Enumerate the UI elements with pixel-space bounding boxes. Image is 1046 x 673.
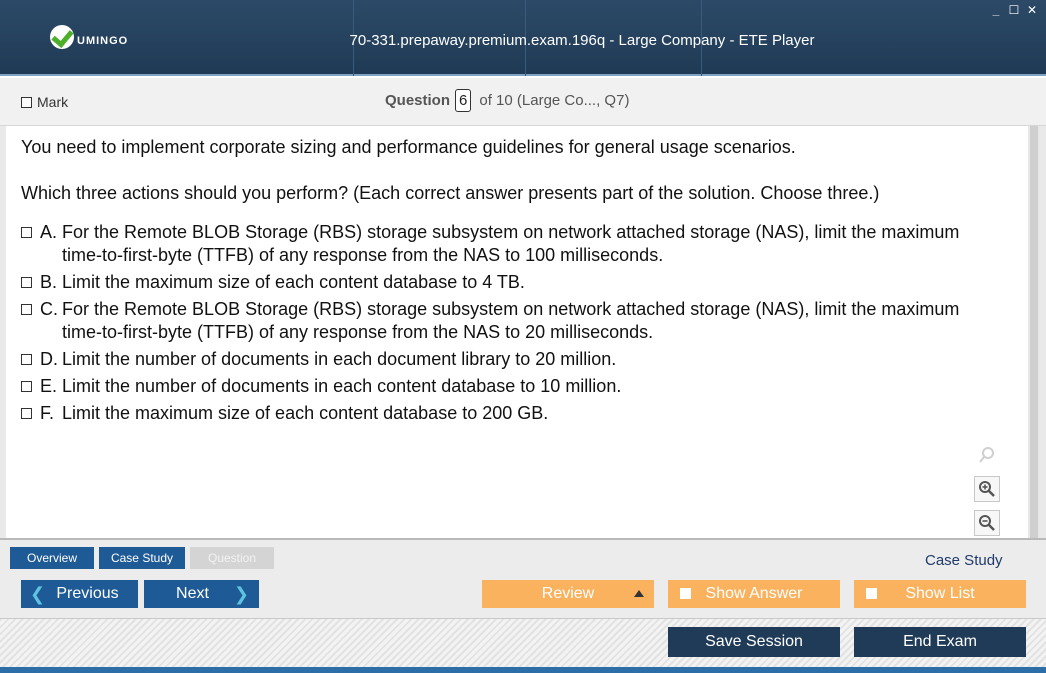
previous-label: Previous	[56, 585, 119, 602]
search-icon[interactable]	[974, 442, 1000, 468]
frame-right	[1040, 126, 1046, 538]
vertical-scrollbar[interactable]	[1028, 126, 1040, 538]
title-bar: UMINGO 70-331.prepaway.premium.exam.196q…	[0, 0, 1046, 76]
next-label: Next	[176, 585, 209, 602]
checkbox-icon[interactable]	[680, 588, 691, 599]
window-controls: _ ☐ ✕	[990, 3, 1038, 17]
option-text: Limit the number of documents in each do…	[62, 349, 617, 369]
tab-case-study[interactable]: Case Study	[99, 547, 185, 569]
option-letter: B.	[40, 272, 58, 292]
answer-options: A. For the Remote BLOB Storage (RBS) sto…	[21, 221, 981, 429]
review-label: Review	[541, 585, 595, 602]
option-letter: F.	[40, 403, 55, 423]
zoom-in-icon[interactable]	[974, 476, 1000, 502]
checkbox-icon[interactable]	[21, 277, 32, 288]
zoom-tools	[974, 442, 1000, 536]
navigation-bar: ❮ Previous Next ❯ Review Show Answer Sho…	[0, 574, 1046, 618]
chevron-right-icon: ❯	[233, 583, 249, 604]
mark-checkbox[interactable]: Mark	[21, 94, 68, 110]
question-body: You need to implement corporate sizing a…	[6, 126, 1028, 538]
checkbox-icon[interactable]	[866, 588, 877, 599]
tab-overview[interactable]: Overview	[10, 547, 94, 569]
question-of-text: of 10 (Large Co..., Q7)	[479, 92, 630, 109]
option-text: For the Remote BLOB Storage (RBS) storag…	[62, 299, 960, 342]
option-letter: A.	[40, 222, 58, 242]
question-header: Mark Question 6 of 10 (Large Co..., Q7)	[0, 78, 1046, 126]
zoom-out-icon[interactable]	[974, 510, 1000, 536]
bottom-border	[0, 667, 1046, 673]
question-label: Question	[385, 92, 451, 109]
show-list-button[interactable]: Show List	[854, 580, 1026, 608]
question-number: 6	[455, 89, 472, 112]
question-counter: Question 6 of 10 (Large Co..., Q7)	[385, 89, 629, 112]
save-session-button[interactable]: Save Session	[668, 627, 840, 657]
window-title: 70-331.prepaway.premium.exam.196q - Larg…	[349, 32, 815, 49]
section-tabs: Overview Case Study Question Case Study	[0, 538, 1046, 574]
option-letter: C.	[40, 299, 58, 319]
option-b[interactable]: B. Limit the maximum size of each conten…	[21, 271, 981, 294]
minimize-button[interactable]: _	[990, 3, 1002, 17]
checkbox-icon[interactable]	[21, 408, 32, 419]
scrollbar-thumb[interactable]	[1030, 126, 1038, 538]
show-answer-label: Show Answer	[705, 585, 803, 602]
checkbox-icon[interactable]	[21, 381, 32, 392]
option-text: Limit the number of documents in each co…	[62, 376, 622, 396]
checkbox-icon[interactable]	[21, 96, 32, 108]
checkbox-icon[interactable]	[21, 354, 32, 365]
maximize-button[interactable]: ☐	[1008, 3, 1020, 17]
tab-question[interactable]: Question	[190, 547, 274, 569]
show-list-label: Show List	[905, 585, 975, 602]
option-text: For the Remote BLOB Storage (RBS) storag…	[62, 222, 960, 265]
show-answer-button[interactable]: Show Answer	[668, 580, 840, 608]
close-button[interactable]: ✕	[1026, 3, 1038, 17]
review-button[interactable]: Review	[482, 580, 654, 608]
option-f[interactable]: F. Limit the maximum size of each conten…	[21, 402, 981, 425]
option-letter: D.	[40, 349, 58, 369]
chevron-left-icon: ❮	[30, 583, 46, 604]
section-label: Case Study	[925, 552, 1003, 569]
option-d[interactable]: D. Limit the number of documents in each…	[21, 348, 981, 371]
option-text: Limit the maximum size of each content d…	[62, 403, 549, 423]
checkbox-icon[interactable]	[21, 227, 32, 238]
end-exam-button[interactable]: End Exam	[854, 627, 1026, 657]
checkbox-icon[interactable]	[21, 304, 32, 315]
question-prompt: Which three actions should you perform? …	[21, 183, 880, 203]
option-text: Limit the maximum size of each content d…	[62, 272, 525, 292]
option-letter: E.	[40, 376, 58, 396]
previous-button[interactable]: ❮ Previous	[21, 580, 138, 608]
mark-label: Mark	[37, 94, 69, 110]
option-a[interactable]: A. For the Remote BLOB Storage (RBS) sto…	[21, 221, 981, 267]
next-button[interactable]: Next ❯	[144, 580, 259, 608]
option-c[interactable]: C. For the Remote BLOB Storage (RBS) sto…	[21, 298, 981, 344]
footer-bar: Save Session End Exam	[0, 618, 1046, 667]
question-text: You need to implement corporate sizing a…	[21, 137, 796, 157]
option-e[interactable]: E. Limit the number of documents in each…	[21, 375, 981, 398]
caret-up-icon	[634, 590, 644, 597]
